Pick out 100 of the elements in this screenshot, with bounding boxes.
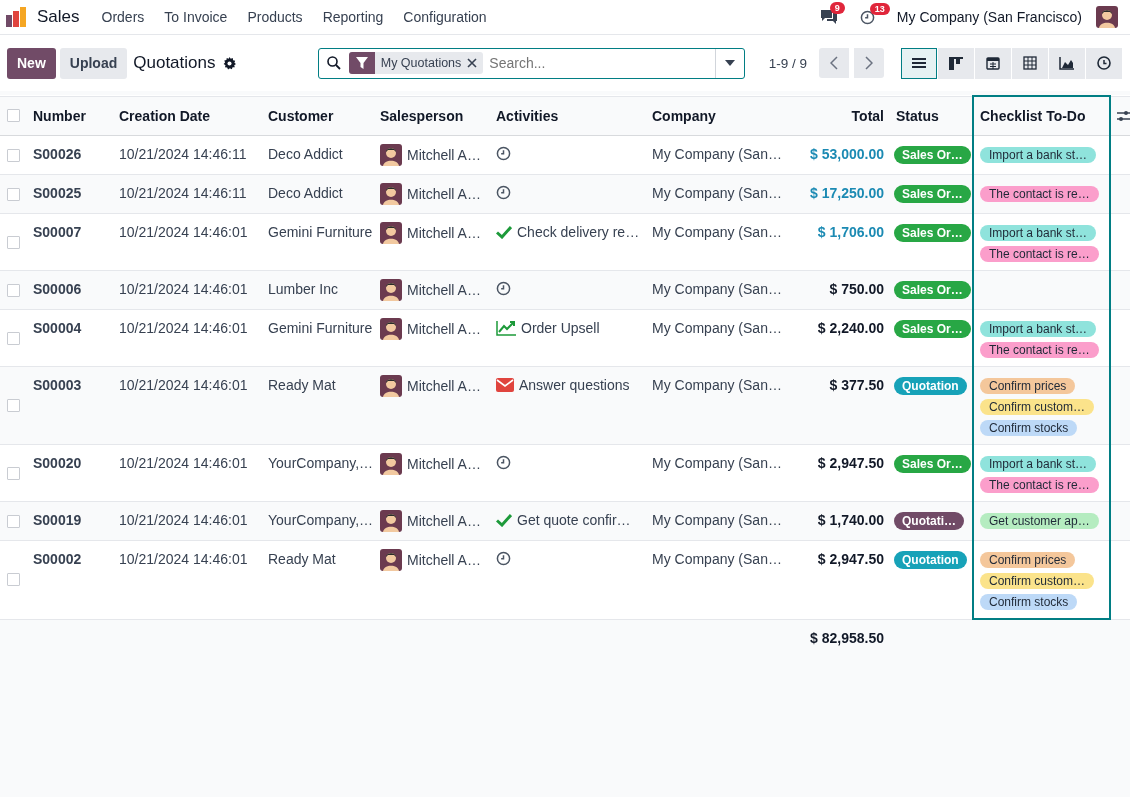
row-checkbox[interactable] xyxy=(7,283,20,297)
column-header[interactable]: Checklist To-Do xyxy=(973,96,1110,136)
salesperson-name: Mitchell A… xyxy=(407,321,481,337)
column-header[interactable]: Customer xyxy=(262,96,374,136)
view-switch-button[interactable] xyxy=(1086,47,1122,79)
activity-clock-icon xyxy=(859,9,875,25)
row-checkbox[interactable] xyxy=(7,235,20,249)
salesperson-avatar xyxy=(380,183,402,205)
menu-item[interactable]: Orders xyxy=(91,9,155,25)
clock-icon xyxy=(496,185,511,200)
column-header[interactable]: Creation Date xyxy=(113,96,262,136)
checklist-tag: Get customer ap… xyxy=(980,513,1099,529)
customer-name: Deco Addict xyxy=(268,185,343,201)
row-checkbox[interactable] xyxy=(7,148,20,162)
clock-icon xyxy=(1097,56,1111,70)
search-field[interactable]: My Quotations Search... xyxy=(317,47,745,79)
menu-item[interactable]: Products xyxy=(237,9,313,25)
creation-date: 10/21/2024 14:46:01 xyxy=(119,320,248,336)
view-switch-button[interactable] xyxy=(901,47,937,79)
activity-summary[interactable]: Check delivery re… xyxy=(517,224,640,240)
customer-name: YourCompany,… xyxy=(268,455,374,471)
page-title[interactable]: Quotations xyxy=(133,53,216,73)
search-icon xyxy=(326,56,341,70)
salesperson-avatar xyxy=(380,375,402,397)
grand-total: $ 82,958.50 xyxy=(810,629,884,646)
status-badge: Sales Or… xyxy=(894,224,971,242)
company-name: My Company (San… xyxy=(652,146,782,162)
customer-name: Ready Mat xyxy=(268,551,336,567)
activity-summary[interactable]: Answer questions xyxy=(519,377,630,393)
column-header[interactable]: Activities xyxy=(490,96,646,136)
creation-date: 10/21/2024 14:46:01 xyxy=(119,224,248,240)
trend-chart-icon xyxy=(496,320,516,336)
column-header[interactable]: Number xyxy=(27,96,113,136)
upload-button[interactable]: Upload xyxy=(59,47,128,79)
app-name[interactable]: Sales xyxy=(37,7,80,27)
company-name: My Company (San… xyxy=(652,512,782,528)
logo-icon[interactable] xyxy=(6,7,28,27)
salesperson-avatar xyxy=(380,279,402,301)
order-number: S00026 xyxy=(33,146,82,162)
column-header[interactable]: Salesperson xyxy=(374,96,490,136)
row-checkbox[interactable] xyxy=(7,399,20,412)
activity-summary[interactable]: Order Upsell xyxy=(521,320,600,336)
filter-facet[interactable]: My Quotations xyxy=(348,52,484,74)
row-checkbox[interactable] xyxy=(7,331,20,345)
company-switcher[interactable]: My Company (San Francisco) xyxy=(896,9,1082,25)
salesperson-name: Mitchell A… xyxy=(407,225,481,241)
view-switch-button[interactable] xyxy=(975,47,1011,79)
chat-icon[interactable] xyxy=(819,9,838,25)
column-header[interactable]: Company xyxy=(646,96,782,136)
order-number: S00007 xyxy=(33,224,82,240)
company-name: My Company (San… xyxy=(652,455,782,471)
company-name: My Company (San… xyxy=(652,551,782,567)
menu-item[interactable]: Reporting xyxy=(312,9,394,25)
checklist-tag: Confirm stocks xyxy=(980,594,1078,610)
caret-icon[interactable] xyxy=(724,60,735,66)
checklist-tag: Confirm stocks xyxy=(980,420,1078,436)
customer-name: Deco Addict xyxy=(268,146,343,162)
checkmark-icon xyxy=(496,225,512,239)
column-settings-icon[interactable] xyxy=(1117,109,1130,122)
checklist-tag: Import a bank st… xyxy=(980,321,1097,337)
order-number: S00019 xyxy=(33,512,82,528)
row-checkbox[interactable] xyxy=(7,514,20,528)
creation-date: 10/21/2024 14:46:11 xyxy=(119,185,247,201)
row-checkbox[interactable] xyxy=(7,573,20,587)
order-number: S00025 xyxy=(33,185,82,201)
clock-icon xyxy=(496,551,511,566)
calendar-view-icon xyxy=(986,57,1000,70)
new-button[interactable]: New xyxy=(7,47,56,79)
view-switch-button[interactable] xyxy=(1012,47,1048,79)
close-icon[interactable] xyxy=(467,58,478,68)
status-badge: Sales Or… xyxy=(894,281,971,299)
customer-name: Ready Mat xyxy=(268,377,336,393)
view-switch-button[interactable] xyxy=(1049,47,1085,79)
menu-item[interactable]: Configuration xyxy=(393,9,497,25)
message-count-badge: 9 xyxy=(829,2,845,14)
row-checkbox[interactable] xyxy=(7,466,20,480)
chevron-left-icon xyxy=(830,56,838,70)
order-number: S00004 xyxy=(33,320,82,336)
salesperson-name: Mitchell A… xyxy=(407,186,481,202)
column-header[interactable]: Total xyxy=(782,96,890,136)
status-badge: Sales Or… xyxy=(894,455,971,473)
view-switch-button[interactable] xyxy=(938,47,974,79)
pager-value[interactable]: 1-9 / 9 xyxy=(768,55,807,71)
total-amount: $ 2,947.50 xyxy=(817,551,884,567)
area-chart-icon xyxy=(1059,56,1075,70)
menu-item[interactable]: To Invoice xyxy=(154,9,238,25)
checklist-tag: Confirm prices xyxy=(980,378,1076,394)
salesperson-name: Mitchell A… xyxy=(407,456,481,472)
select-all-checkbox[interactable] xyxy=(7,109,20,123)
creation-date: 10/21/2024 14:46:01 xyxy=(119,455,248,471)
gear-icon[interactable] xyxy=(223,56,237,70)
creation-date: 10/21/2024 14:46:01 xyxy=(119,377,248,393)
salesperson-name: Mitchell A… xyxy=(407,282,481,298)
checklist-tag: Import a bank st… xyxy=(980,225,1097,241)
envelope-icon xyxy=(496,378,514,392)
salesperson-avatar xyxy=(380,222,402,244)
row-checkbox[interactable] xyxy=(7,187,20,201)
status-badge: Quotation xyxy=(894,551,967,569)
column-header[interactable]: Status xyxy=(890,96,973,136)
list-view-icon xyxy=(912,58,926,68)
